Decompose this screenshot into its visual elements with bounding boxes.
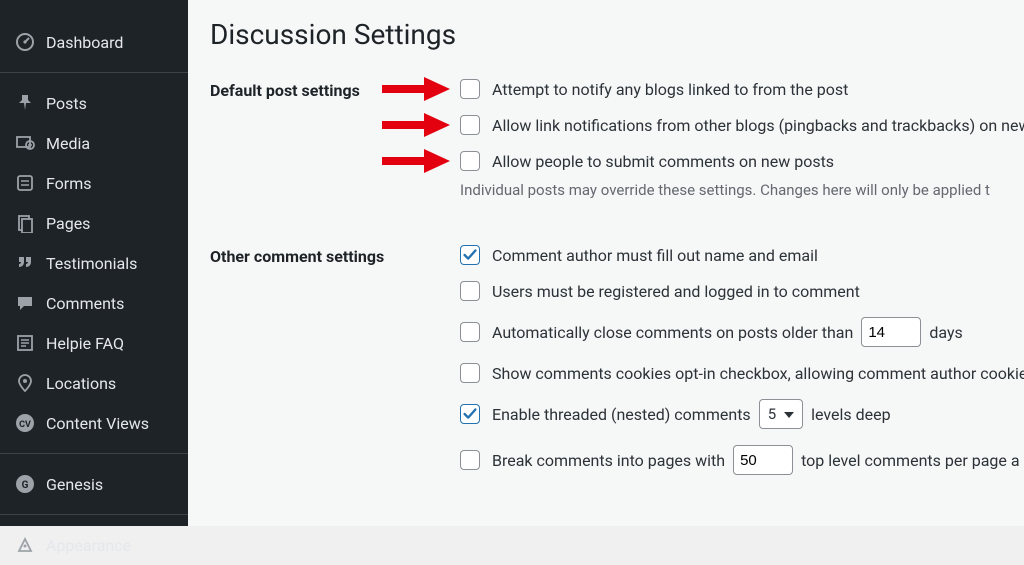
checkbox-notify-linked-blogs[interactable] <box>460 79 480 99</box>
svg-text:G: G <box>22 480 29 491</box>
sidebar-item-label: Dashboard <box>46 33 123 52</box>
checkbox-label: Allow people to submit comments on new p… <box>492 152 834 171</box>
sidebar-item-label: Content Views <box>46 414 149 433</box>
appearance-icon <box>14 534 36 556</box>
section-heading: Default post settings <box>210 79 460 100</box>
checkbox-label: Enable threaded (nested) comments <box>492 405 751 424</box>
comments-per-page-input[interactable] <box>733 445 793 475</box>
sidebar-item-genesis[interactable]: G Genesis <box>0 464 188 504</box>
section-other-comment-settings: Other comment settings Comment author mu… <box>210 245 1024 491</box>
unit-label: levels deep <box>811 405 891 424</box>
unit-label: top level comments per page a <box>801 451 1019 470</box>
days-old-input[interactable] <box>861 317 921 347</box>
checkbox-label: Comment author must fill out name and em… <box>492 246 818 265</box>
checkbox-threaded-comments[interactable] <box>460 404 480 424</box>
sidebar-item-label: Genesis <box>46 475 103 494</box>
pin-icon <box>14 92 36 114</box>
sidebar-item-comments[interactable]: Comments <box>0 283 188 323</box>
checkbox-label: Show comments cookies opt-in checkbox, a… <box>492 364 1024 383</box>
quote-icon <box>14 252 36 274</box>
sidebar-item-label: Helpie FAQ <box>46 334 124 353</box>
sidebar-separator <box>0 453 188 454</box>
section-default-post-settings: Default post settings Attempt to notify … <box>210 79 1024 215</box>
unit-label: days <box>929 323 962 342</box>
sidebar-item-appearance[interactable]: Appearance <box>0 525 188 565</box>
checkbox-label: Break comments into pages with <box>492 451 725 470</box>
checkbox-auto-close-comments[interactable] <box>460 322 480 342</box>
settings-main: Discussion Settings Default post setting… <box>188 0 1024 526</box>
faq-icon <box>14 332 36 354</box>
checkbox-label: Users must be registered and logged in t… <box>492 282 860 301</box>
sidebar-item-dashboard[interactable]: Dashboard <box>0 22 188 62</box>
sidebar-item-helpie-faq[interactable]: Helpie FAQ <box>0 323 188 363</box>
admin-sidebar: Dashboard Posts Media Forms Pages Testim… <box>0 0 188 526</box>
sidebar-item-testimonials[interactable]: Testimonials <box>0 243 188 283</box>
sidebar-item-content-views[interactable]: CV Content Views <box>0 403 188 443</box>
checkbox-require-name-email[interactable] <box>460 245 480 265</box>
checkbox-label: Attempt to notify any blogs linked to fr… <box>492 80 848 99</box>
pages-icon <box>14 212 36 234</box>
annotation-arrow-icon <box>382 111 452 139</box>
section-heading: Other comment settings <box>210 245 460 266</box>
sidebar-item-label: Appearance <box>46 536 131 555</box>
checkbox-cookies-optin[interactable] <box>460 363 480 383</box>
genesis-icon: G <box>14 473 36 495</box>
sidebar-item-pages[interactable]: Pages <box>0 203 188 243</box>
sidebar-item-label: Media <box>46 134 90 153</box>
sidebar-item-label: Forms <box>46 174 92 193</box>
section-description: Individual posts may override these sett… <box>460 181 1024 199</box>
sidebar-item-posts[interactable]: Posts <box>0 83 188 123</box>
sidebar-item-locations[interactable]: Locations <box>0 363 188 403</box>
sidebar-separator <box>0 514 188 515</box>
sidebar-item-label: Posts <box>46 94 87 113</box>
location-icon <box>14 372 36 394</box>
svg-text:CV: CV <box>19 420 31 430</box>
sidebar-item-media[interactable]: Media <box>0 123 188 163</box>
sidebar-item-label: Testimonials <box>46 254 137 273</box>
sidebar-item-label: Locations <box>46 374 116 393</box>
forms-icon <box>14 172 36 194</box>
sidebar-separator <box>0 72 188 73</box>
dashboard-icon <box>14 31 36 53</box>
checkbox-label: Allow link notifications from other blog… <box>492 116 1024 135</box>
checkbox-allow-comments[interactable] <box>460 151 480 171</box>
checkbox-allow-pingbacks[interactable] <box>460 115 480 135</box>
thread-depth-select[interactable]: 5 <box>759 399 803 429</box>
page-title: Discussion Settings <box>210 18 1024 51</box>
checkbox-require-registration[interactable] <box>460 281 480 301</box>
checkbox-paginate-comments[interactable] <box>460 450 480 470</box>
sidebar-item-forms[interactable]: Forms <box>0 163 188 203</box>
media-icon <box>14 132 36 154</box>
comment-icon <box>14 292 36 314</box>
annotation-arrow-icon <box>382 147 452 175</box>
checkbox-label: Automatically close comments on posts ol… <box>492 323 853 342</box>
sidebar-item-label: Pages <box>46 214 90 233</box>
sidebar-item-label: Comments <box>46 294 124 313</box>
cv-icon: CV <box>14 412 36 434</box>
